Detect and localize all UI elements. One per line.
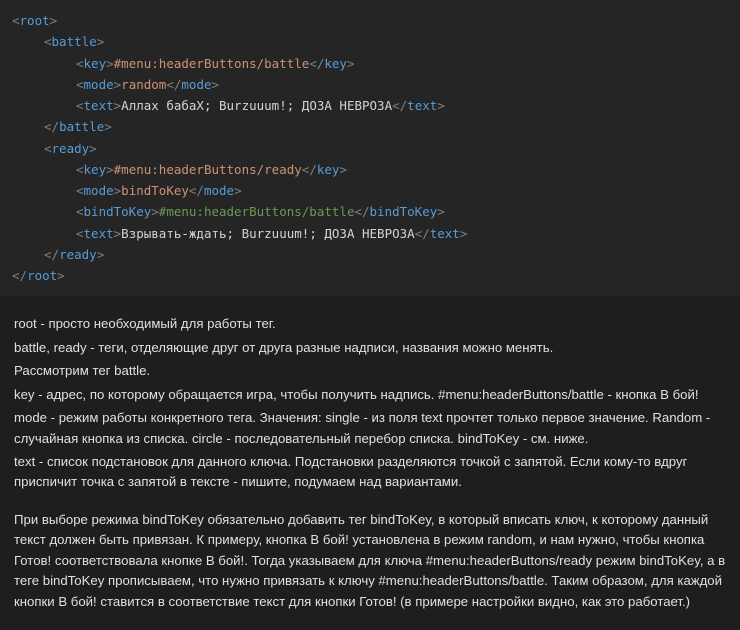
code-token: key [84,56,107,71]
code-token: < [76,56,84,71]
code-token: text [407,98,437,113]
code-token: > [234,183,242,198]
code-token: text [430,226,460,241]
code-token: < [44,141,52,156]
code-token: > [437,204,445,219]
code-token: #menu:headerButtons/ready [114,162,302,177]
code-token: > [50,13,58,28]
code-token: text [84,226,114,241]
code-token: </ [12,268,27,283]
code-token: random [121,77,166,92]
code-line: <key>#menu:headerButtons/battle</key> [12,53,728,74]
code-token: mode [204,183,234,198]
doc-paragraph: battle, ready - теги, отделяющие друг от… [14,338,726,358]
code-token: < [76,162,84,177]
code-line: <root> [12,10,728,31]
doc-paragraph: Рассмотрим тег battle. [14,361,726,381]
code-token: mode [181,77,211,92]
code-token: > [104,119,112,134]
code-token: mode [84,77,114,92]
code-token: </ [189,183,204,198]
doc-paragraph: mode - режим работы конкретного тега. Зн… [14,408,726,449]
code-token: bindToKey [370,204,438,219]
code-token: Взрывать-ждать; Burzuuum!; ДОЗА НЕВРОЗА [121,226,415,241]
code-token: #menu:headerButtons/battle [114,56,310,71]
code-token: < [76,204,84,219]
doc-paragraph: key - адрес, по которому обращается игра… [14,385,726,405]
code-token: bindToKey [121,183,189,198]
code-token: </ [302,162,317,177]
code-token: </ [309,56,324,71]
code-token: key [84,162,107,177]
code-token: > [106,56,114,71]
code-token: battle [52,34,97,49]
code-token: </ [354,204,369,219]
code-token: key [324,56,347,71]
paragraph-gap [14,496,726,510]
code-line: <ready> [12,138,728,159]
code-line: </root> [12,265,728,286]
code-line: <key>#menu:headerButtons/ready</key> [12,159,728,180]
code-token: > [106,162,114,177]
doc-paragraph: root - просто необходимый для работы тег… [14,314,726,334]
code-token: > [97,247,105,262]
code-token: </ [392,98,407,113]
code-line: <mode>bindToKey</mode> [12,180,728,201]
code-token: </ [415,226,430,241]
code-token: Аллах бабаХ; Burzuuum!; ДОЗА НЕВРОЗА [121,98,392,113]
code-token: > [437,98,445,113]
code-token: root [20,13,50,28]
code-line: <text>Аллах бабаХ; Burzuuum!; ДОЗА НЕВРО… [12,95,728,116]
code-line: </ready> [12,244,728,265]
code-token: </ [44,119,59,134]
code-token: #menu:headerButtons/battle [159,204,355,219]
code-token: root [27,268,57,283]
code-token: ready [59,247,97,262]
code-token: < [76,183,84,198]
code-token: mode [84,183,114,198]
code-token: > [339,162,347,177]
code-token: > [97,34,105,49]
code-token: < [76,98,84,113]
code-token: > [460,226,468,241]
code-token: > [212,77,220,92]
code-token: > [151,204,159,219]
code-token: > [57,268,65,283]
code-line: <mode>random</mode> [12,74,728,95]
code-token: < [44,34,52,49]
code-line: <text>Взрывать-ждать; Burzuuum!; ДОЗА НЕ… [12,223,728,244]
doc-paragraph: При выборе режима bindToKey обязательно … [14,510,726,612]
code-token: ready [52,141,90,156]
doc-paragraph: text - список подстановок для данного кл… [14,452,726,493]
code-token: > [347,56,355,71]
documentation-block: root - просто необходимый для работы тег… [0,296,740,629]
code-token: text [84,98,114,113]
code-token: < [76,77,84,92]
code-token: > [89,141,97,156]
code-token: bindToKey [84,204,152,219]
code-token: </ [44,247,59,262]
code-token: < [76,226,84,241]
code-block: <root><battle><key>#menu:headerButtons/b… [0,0,740,296]
code-token: < [12,13,20,28]
code-token: </ [166,77,181,92]
code-line: <battle> [12,31,728,52]
code-line: <bindToKey>#menu:headerButtons/battle</b… [12,201,728,222]
code-token: battle [59,119,104,134]
code-line: </battle> [12,116,728,137]
code-token: key [317,162,340,177]
